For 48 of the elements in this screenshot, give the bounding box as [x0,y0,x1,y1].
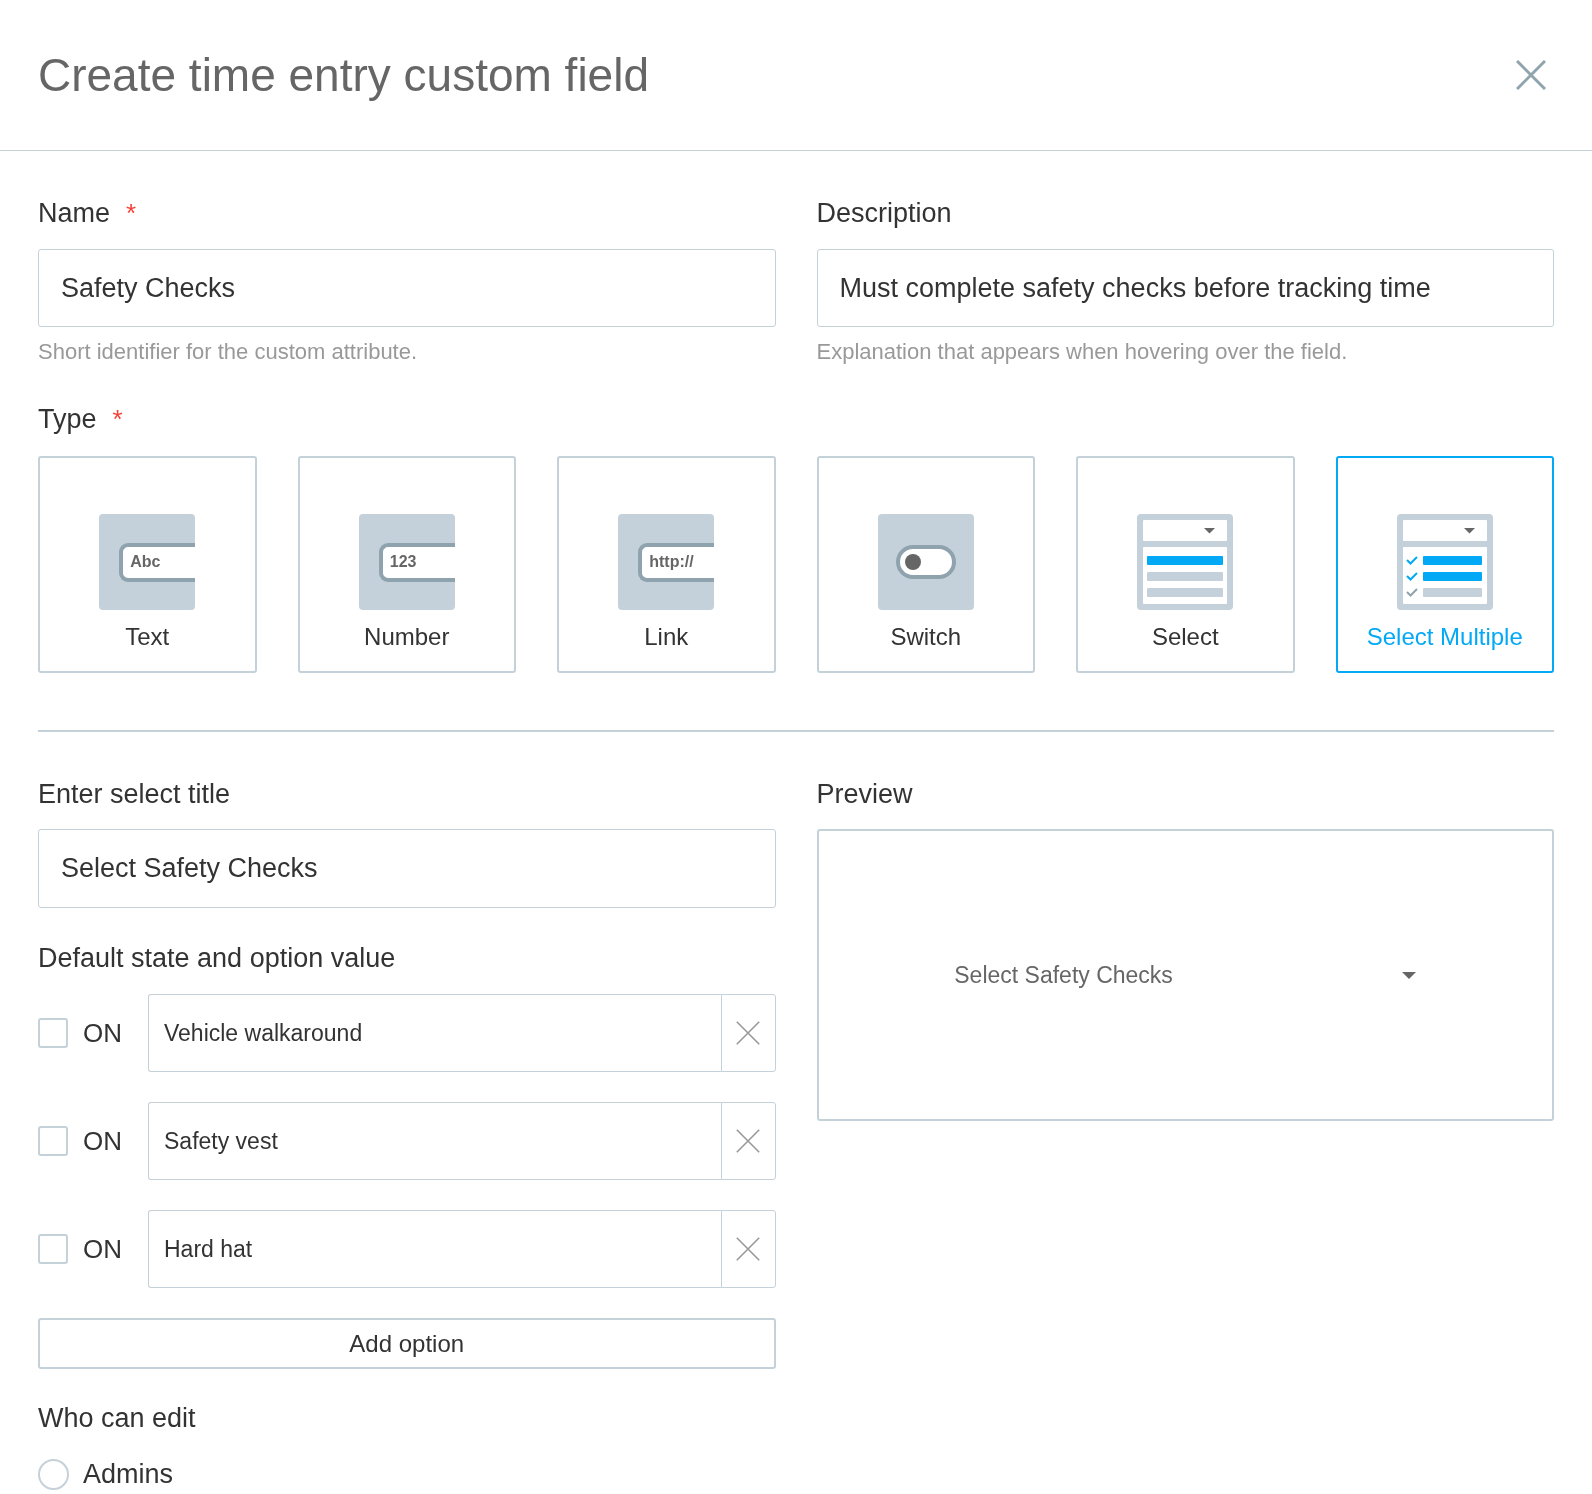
checklist-dropdown-icon [1396,514,1493,610]
option-input[interactable]: Safety vest [148,1102,721,1180]
dropdown-caret-icon [1402,971,1417,979]
option-input[interactable]: Hard hat [148,1210,721,1288]
checkbox-label: ON [83,1234,122,1264]
field-label: Who can edit [38,1402,196,1434]
field-label: Enter select title [38,778,231,810]
field-label: Name [38,197,111,229]
checkbox-label: ON [83,1126,122,1156]
close-icon [736,1021,760,1045]
input-field[interactable]: Select Safety Checks [38,829,776,908]
field-label: Preview [816,778,913,810]
type-card[interactable]: Switch [816,456,1035,673]
field-label: Type [38,403,97,435]
type-card[interactable]: 123 Number [297,456,516,673]
field-label: Default state and option value [38,942,396,974]
remove-option-button[interactable] [720,994,776,1072]
checkbox[interactable] [38,1018,68,1048]
close-button[interactable] [1514,58,1548,92]
type-card[interactable]: http:// Link [557,456,776,673]
remove-option-button[interactable] [720,1102,776,1180]
add-option-button[interactable]: Add option [38,1318,776,1369]
option-input[interactable]: Vehicle walkaround [148,994,721,1072]
field-sample-text: 123 [389,554,417,570]
radio-button[interactable] [38,1458,69,1490]
input-field[interactable]: Must complete safety checks before tracking time [816,249,1554,327]
required-asterisk: * [126,197,137,229]
toggle-switch-icon [877,514,974,610]
input-field[interactable]: Safety Checks [38,249,776,327]
dropdown-list-icon [1137,514,1234,610]
hint-text: Short identifier for the custom attribute. [38,340,419,364]
close-icon [1516,60,1546,90]
close-icon [736,1129,760,1153]
field-sample-text: http:// [649,554,694,570]
checkbox[interactable] [38,1234,68,1264]
radio-label: Admins [83,1458,174,1490]
preview-dropdown[interactable]: Select Safety Checks [954,960,1417,990]
dialog-title: Create time entry custom field [38,48,649,103]
remove-option-button[interactable] [720,1210,776,1288]
checkbox[interactable] [38,1126,68,1156]
type-card[interactable]: Abc Text [38,456,257,673]
required-asterisk: * [112,403,123,435]
field-sample-text: Abc [130,554,161,570]
field-label: Description [816,197,952,229]
close-icon [736,1237,760,1261]
checkbox-label: ON [83,1018,122,1048]
hint-text: Explanation that appears when hovering over the field. [816,340,1349,364]
type-card[interactable]: Select [1076,456,1295,673]
